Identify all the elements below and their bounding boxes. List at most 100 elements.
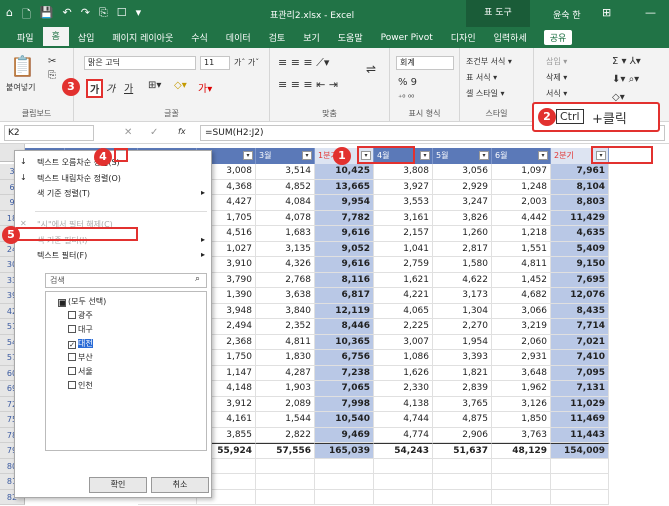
table-cell[interactable]: 3,514	[256, 164, 315, 180]
filter-dropdown-icon[interactable]: ▾	[538, 151, 548, 160]
quick-access-icon[interactable]: ▾	[136, 6, 142, 25]
table-cell[interactable]	[374, 458, 433, 474]
delete-cells-button[interactable]: 삭제 ▾	[546, 72, 567, 83]
table-cell[interactable]: 3,763	[492, 427, 551, 443]
table-cell[interactable]	[492, 489, 551, 505]
table-cell[interactable]: 7,714	[551, 319, 609, 335]
table-cell[interactable]: 1,544	[256, 412, 315, 428]
border-icon[interactable]: ⊞▾	[148, 80, 161, 91]
table-cell[interactable]	[433, 458, 492, 474]
tab-9[interactable]: Power Pivot	[372, 33, 442, 43]
table-cell[interactable]: 9,150	[551, 257, 609, 273]
autosum-icon[interactable]: Σ ▾ ⅄▾	[612, 56, 641, 67]
table-cell[interactable]: 4,138	[374, 396, 433, 412]
table-cell[interactable]: 7,065	[315, 381, 374, 397]
table-cell[interactable]: 4,811	[492, 257, 551, 273]
underline-button[interactable]: 가	[124, 80, 133, 95]
checkbox[interactable]	[68, 381, 76, 389]
table-cell[interactable]: 12,119	[315, 303, 374, 319]
table-cell[interactable]: 11,429	[551, 210, 609, 226]
table-cell[interactable]: 2,060	[492, 334, 551, 350]
table-cell[interactable]: 1,683	[256, 226, 315, 242]
paste-icon[interactable]: 📋	[10, 54, 35, 78]
table-cell[interactable]: 7,238	[315, 365, 374, 381]
quick-access-icon[interactable]: 💾	[40, 6, 54, 25]
table-cell[interactable]: 7,095	[551, 365, 609, 381]
checkbox[interactable]: ✓	[68, 341, 76, 349]
table-cell[interactable]: 2,768	[256, 272, 315, 288]
quick-access-icon[interactable]: ↶	[63, 6, 72, 25]
table-cell[interactable]: 3,648	[492, 365, 551, 381]
conditional-format-button[interactable]: 조건부 서식 ▾	[466, 56, 512, 67]
table-cell[interactable]: 2,157	[374, 226, 433, 242]
filter-dropdown-icon[interactable]: ▾	[302, 151, 312, 160]
table-cell[interactable]	[256, 458, 315, 474]
font-color-icon[interactable]: 가▾	[198, 80, 212, 95]
table-cell[interactable]: 4,682	[492, 288, 551, 304]
table-cell[interactable]: 4,084	[256, 195, 315, 211]
menu-item[interactable]: 텍스트 내림차순 정렬(O)	[37, 173, 121, 184]
tab-5[interactable]: 데이터	[217, 31, 260, 44]
copy-icon[interactable]: ⎘	[48, 70, 56, 81]
table-cell[interactable]	[492, 458, 551, 474]
table-cell[interactable]: 4,078	[256, 210, 315, 226]
table-cell[interactable]: 4,622	[433, 272, 492, 288]
insert-function-icon[interactable]: fx	[178, 127, 186, 136]
font-name-select[interactable]: 맑은 고딕	[84, 56, 196, 70]
table-cell[interactable]: 4,635	[551, 226, 609, 242]
table-header-cell[interactable]: 6월 ▾	[492, 148, 551, 164]
table-cell[interactable]: 8,116	[315, 272, 374, 288]
table-cell[interactable]: 3,765	[433, 396, 492, 412]
table-cell[interactable]: 3,161	[374, 210, 433, 226]
table-cell[interactable]: 7,131	[551, 381, 609, 397]
filter-list-item[interactable]: 서울	[68, 366, 93, 377]
table-cell[interactable]: 3,927	[374, 179, 433, 195]
table-cell[interactable]: 6,817	[315, 288, 374, 304]
table-cell[interactable]: 3,553	[374, 195, 433, 211]
table-cell[interactable]: 9,954	[315, 195, 374, 211]
table-cell[interactable]: 8,435	[551, 303, 609, 319]
table-cell[interactable]: 9,616	[315, 257, 374, 273]
filter-list-item[interactable]: 대구	[68, 324, 93, 335]
table-cell[interactable]: 1,248	[492, 179, 551, 195]
table-cell[interactable]: 2,003	[492, 195, 551, 211]
filter-list-item[interactable]: 광주	[68, 310, 93, 321]
table-cell[interactable]: 48,129	[492, 443, 551, 459]
decimal-icon[interactable]: ⁺⁰ ⁰⁰	[398, 93, 414, 102]
table-cell[interactable]: 7,021	[551, 334, 609, 350]
wrap-text-icon[interactable]: ⇌	[366, 62, 376, 76]
cancel-button[interactable]: 취소	[151, 477, 209, 493]
checkbox[interactable]	[68, 325, 76, 333]
table-cell[interactable]: 2,270	[433, 319, 492, 335]
table-cell[interactable]: 2,089	[256, 396, 315, 412]
quick-access-icon[interactable]: ⌂	[6, 6, 13, 25]
table-cell[interactable]: 4,065	[374, 303, 433, 319]
filter-list-item[interactable]: 인천	[68, 380, 93, 391]
filter-dropdown-icon[interactable]: ▾	[479, 151, 489, 160]
grow-font-icon[interactable]: 가ˆ 가ˇ	[234, 57, 259, 68]
table-cell[interactable]	[551, 489, 609, 505]
table-cell[interactable]: 2,352	[256, 319, 315, 335]
table-cell[interactable]	[374, 489, 433, 505]
table-cell[interactable]: 1,626	[374, 365, 433, 381]
tab-7[interactable]: 보기	[294, 31, 329, 44]
table-cell[interactable]: 11,443	[551, 427, 609, 443]
table-cell[interactable]: 2,929	[433, 179, 492, 195]
table-cell[interactable]: 11,469	[551, 412, 609, 428]
table-cell[interactable]	[551, 474, 609, 490]
table-cell[interactable]: 1,304	[433, 303, 492, 319]
table-cell[interactable]: 1,621	[374, 272, 433, 288]
tab-8[interactable]: 도움말	[329, 31, 372, 44]
table-cell[interactable]: 9,469	[315, 427, 374, 443]
tab-1[interactable]: 홈	[42, 27, 69, 48]
table-cell[interactable]: 57,556	[256, 443, 315, 459]
tab-6[interactable]: 검토	[260, 31, 295, 44]
table-cell[interactable]: 3,840	[256, 303, 315, 319]
table-cell[interactable]: 5,409	[551, 241, 609, 257]
table-cell[interactable]: 2,839	[433, 381, 492, 397]
minimize-icon[interactable]: —	[645, 6, 656, 19]
menu-item[interactable]: 텍스트 필터(F)	[37, 250, 87, 261]
table-cell[interactable]	[256, 489, 315, 505]
filter-dropdown-icon[interactable]: ▾	[420, 151, 430, 160]
table-cell[interactable]: 4,852	[256, 179, 315, 195]
